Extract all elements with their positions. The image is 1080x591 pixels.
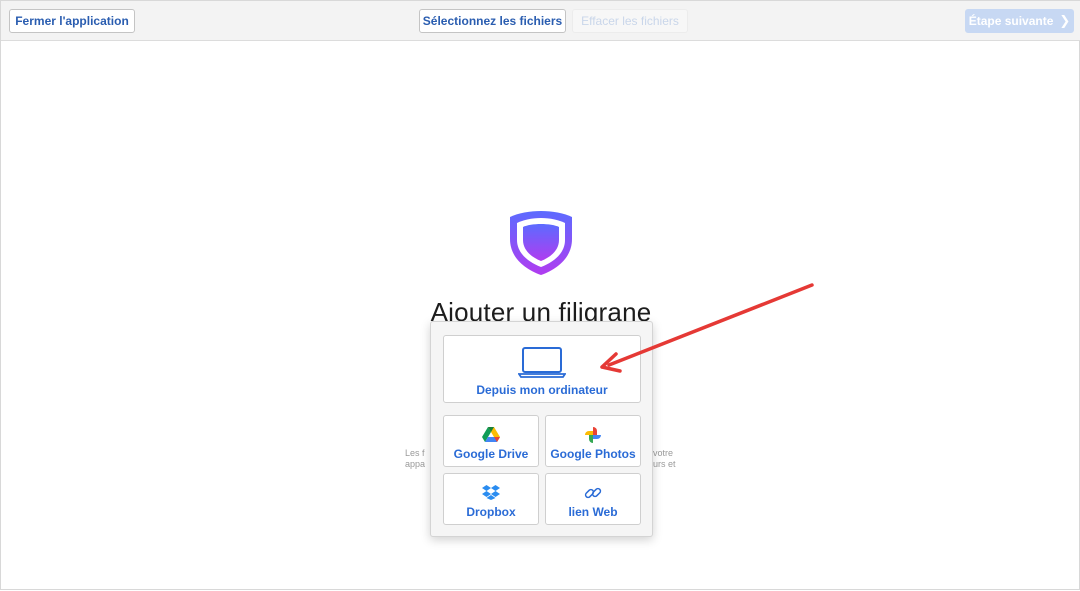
next-step-button[interactable]: Étape suivante ❯ — [965, 9, 1074, 33]
google-drive-icon — [482, 426, 500, 445]
google-photos-icon — [584, 426, 602, 447]
toolbar: Fermer l'application Sélectionnez les fi… — [1, 1, 1080, 41]
laptop-icon — [517, 346, 567, 381]
from-computer-option[interactable]: Depuis mon ordinateur — [443, 335, 641, 403]
dropbox-icon — [482, 485, 500, 503]
google-drive-label: Google Drive — [453, 447, 529, 461]
link-icon — [584, 484, 602, 505]
web-link-label: lien Web — [568, 505, 618, 519]
dropbox-label: Dropbox — [466, 505, 516, 519]
select-files-button[interactable]: Sélectionnez les fichiers — [419, 9, 566, 33]
shield-logo-icon — [508, 209, 574, 277]
description-text-left: Les f appa — [405, 448, 426, 469]
clear-files-button[interactable]: Effacer les fichiers — [572, 9, 688, 33]
upload-source-menu: Depuis mon ordinateur Google Drive Googl… — [430, 321, 653, 537]
app-window: Fermer l'application Sélectionnez les fi… — [0, 0, 1080, 590]
close-app-button[interactable]: Fermer l'application — [9, 9, 135, 33]
dropbox-option[interactable]: Dropbox — [443, 473, 539, 525]
chevron-right-icon: ❯ — [1059, 13, 1071, 28]
next-step-label: Étape suivante — [968, 14, 1054, 28]
google-photos-label: Google Photos — [550, 447, 636, 461]
from-computer-label: Depuis mon ordinateur — [476, 383, 608, 397]
google-drive-option[interactable]: Google Drive — [443, 415, 539, 467]
description-text-right: votre urs et — [653, 448, 676, 469]
web-link-option[interactable]: lien Web — [545, 473, 641, 525]
google-photos-option[interactable]: Google Photos — [545, 415, 641, 467]
